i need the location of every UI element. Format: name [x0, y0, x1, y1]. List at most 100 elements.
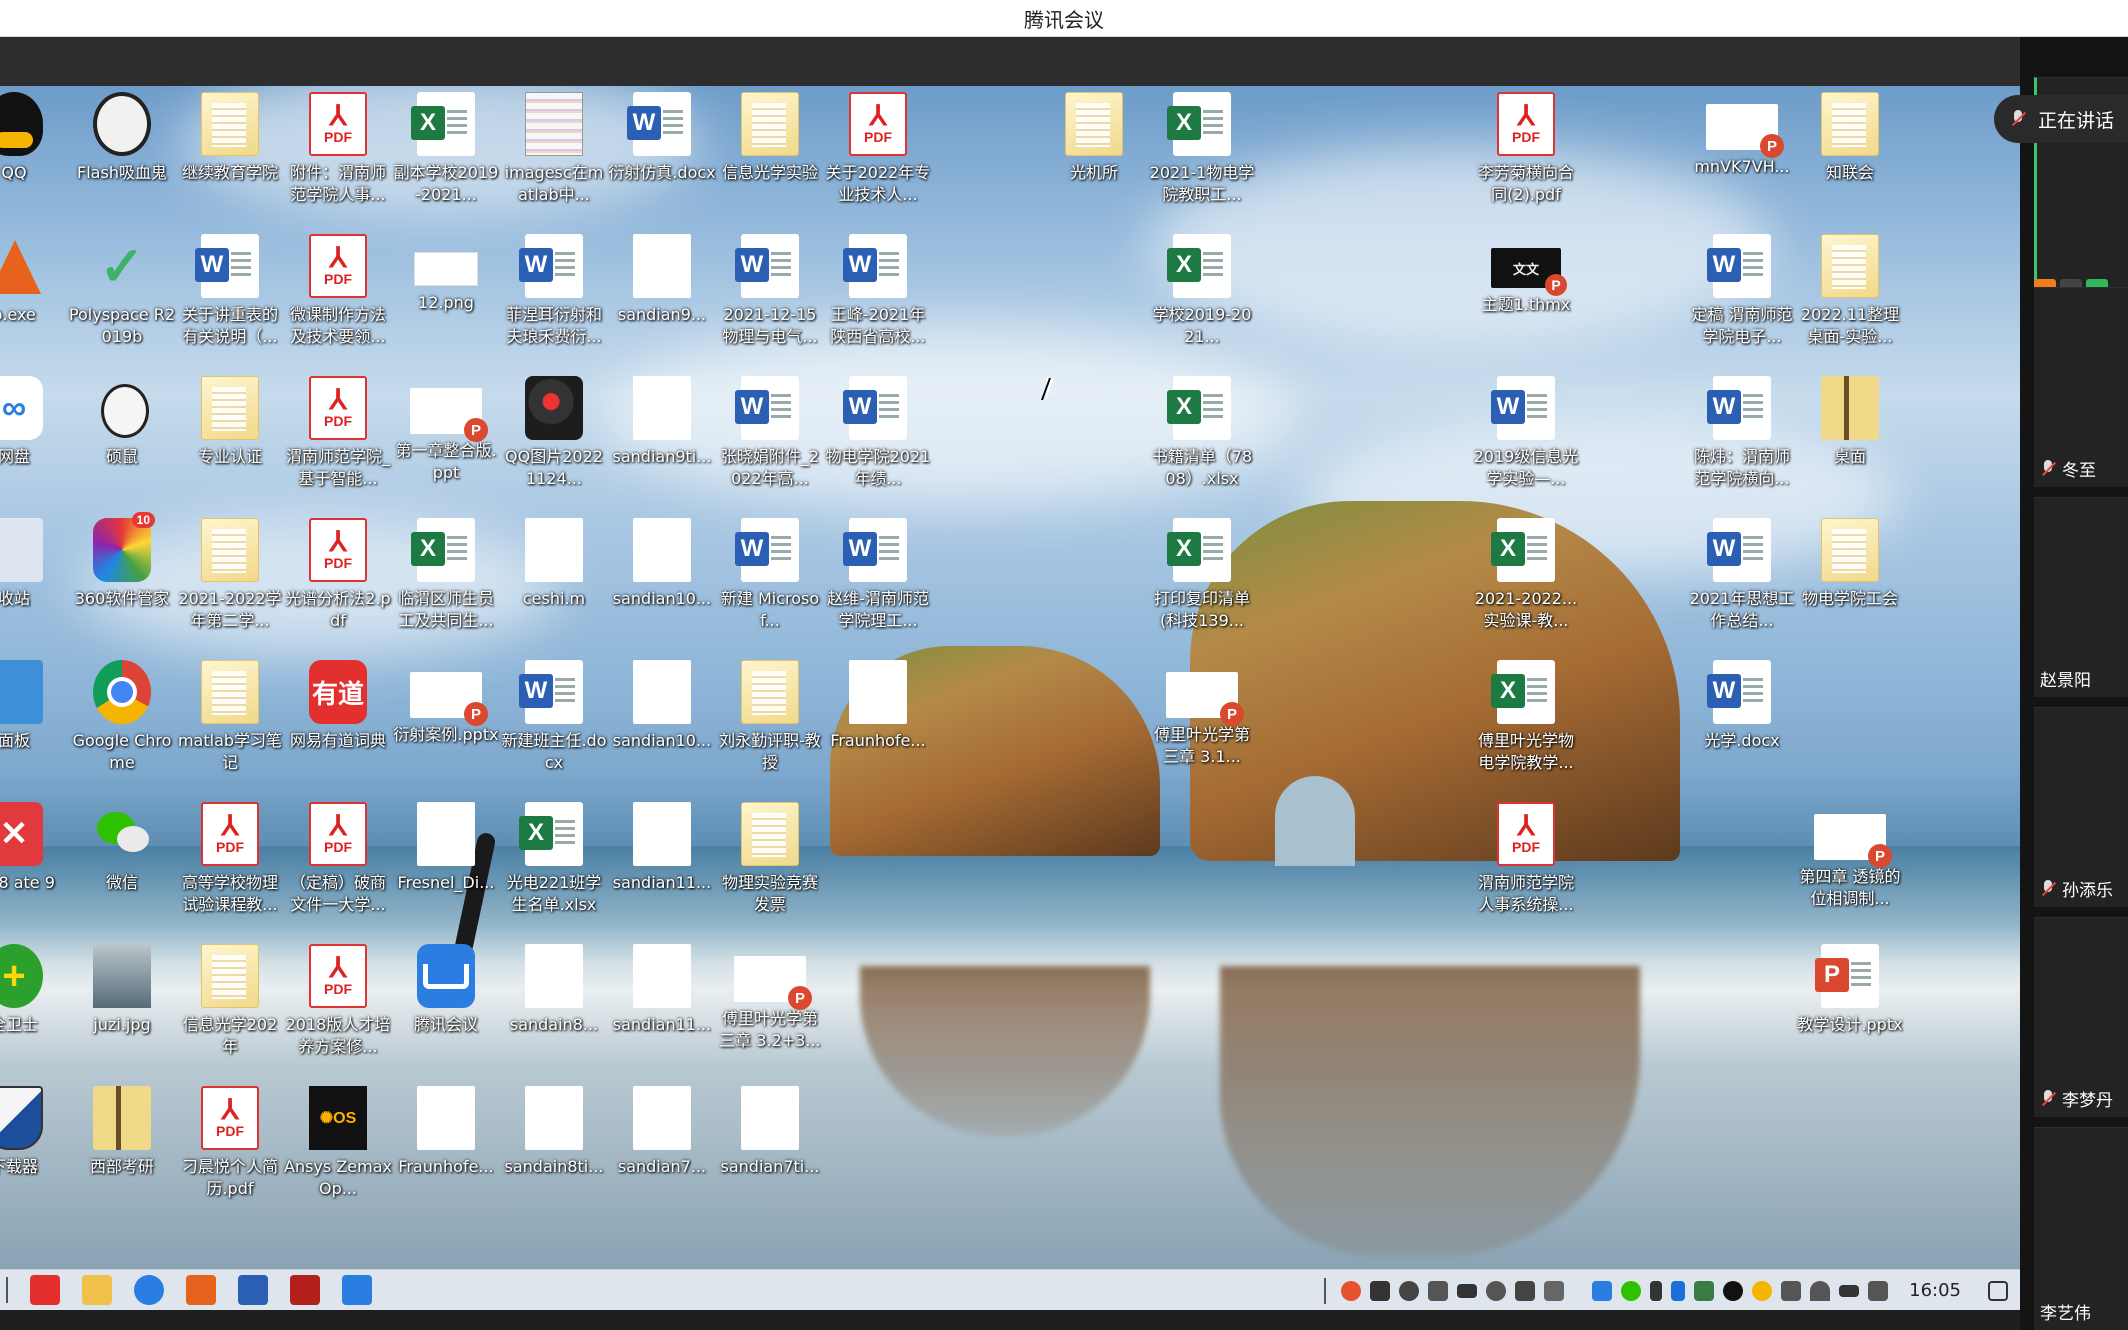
- desktop-icon[interactable]: 物理实验竞赛发票: [716, 802, 824, 944]
- desktop-icon[interactable]: W 物电学院2021年绩...: [824, 376, 932, 518]
- desktop-icon[interactable]: X 2021-1物电学院教职工...: [1148, 92, 1256, 234]
- desktop-icon[interactable]: sandian9ti...: [608, 376, 716, 518]
- desktop-icon[interactable]: 第一章整合版.ppt: [392, 376, 500, 518]
- qq-tray-icon[interactable]: [1723, 1280, 1744, 1301]
- desktop-icon[interactable]: W 新建 Microsof...: [716, 518, 824, 660]
- desktop-icon[interactable]: W 关于讲重表的有关说明（...: [176, 234, 284, 376]
- desktop-icon[interactable]: 12.png: [392, 234, 500, 376]
- desktop-icon[interactable]: 第四章 透镜的位相调制...: [1796, 802, 1904, 944]
- desktop-icon[interactable]: sandian7...: [608, 1086, 716, 1228]
- desktop-icon[interactable]: 硕鼠: [68, 376, 176, 518]
- desktop-icon[interactable]: matlab学习笔记: [176, 660, 284, 802]
- desktop-icon[interactable]: 光机所: [1040, 92, 1148, 234]
- youdao-dict-icon[interactable]: [30, 1275, 60, 1305]
- participant-tile[interactable]: 李梦丹: [2034, 917, 2128, 1117]
- participant-tile[interactable]: 赵景阳: [2034, 497, 2128, 697]
- desktop-icon[interactable]: ⅄ PDF 2018版人才培养方案修...: [284, 944, 392, 1086]
- desktop-icon[interactable]: W 2019级信息光学实验—...: [1472, 376, 1580, 518]
- desktop-icon[interactable]: sandian10...: [608, 660, 716, 802]
- desktop-icon[interactable]: 傅里叶光学第三章 3.1...: [1148, 660, 1256, 802]
- desktop-icon[interactable]: ceshi.m: [500, 518, 608, 660]
- desktop-icon[interactable]: mnVK7VH...: [1688, 92, 1796, 234]
- desktop-icon[interactable]: ⅄ PDF 高等学校物理试验课程教...: [176, 802, 284, 944]
- desktop-icon[interactable]: Fraunhofe...: [824, 660, 932, 802]
- participant-tile[interactable]: 孙添乐: [2034, 707, 2128, 907]
- desktop-icon[interactable]: QQ图片20221124...: [500, 376, 608, 518]
- desktop-icon[interactable]: ∞ 网盘: [0, 376, 68, 518]
- desktop-icon[interactable]: ⅄ PDF 刁晨悦个人简历.pdf: [176, 1086, 284, 1228]
- desktop-icon[interactable]: 衍射案例.pptx: [392, 660, 500, 802]
- desktop-icon[interactable]: ⅄ PDF 光谱分析法2.pdf: [284, 518, 392, 660]
- desktop-icon[interactable]: 2021-2022学年第二学...: [176, 518, 284, 660]
- participant-tile[interactable]: 冬至: [2034, 287, 2128, 487]
- desktop-icon[interactable]: W 光学.docx: [1688, 660, 1796, 802]
- desktop-icon[interactable]: 10 360软件管家: [68, 512, 176, 660]
- desktop-icon[interactable]: QQ: [0, 92, 68, 234]
- desktop-icon[interactable]: X 学校2019-2021...: [1148, 234, 1256, 376]
- desktop-icon[interactable]: 专业认证: [176, 376, 284, 518]
- 360-tray-icon[interactable]: [1752, 1280, 1773, 1301]
- desktop-icon[interactable]: ⅄ PDF 关于2022年专业技术人...: [824, 92, 932, 234]
- browser-icon[interactable]: [134, 1275, 164, 1305]
- desktop-icon[interactable]: ⅄ PDF 微课制作方法及技术要领...: [284, 234, 392, 376]
- desktop-icon[interactable]: W 2021-12-15物理与电气...: [716, 234, 824, 376]
- desktop-icon[interactable]: 文文主题1.thmx: [1472, 234, 1580, 376]
- desktop-icon[interactable]: W 2021年思想工作总结...: [1688, 518, 1796, 660]
- wifi-icon[interactable]: [1810, 1280, 1831, 1301]
- desktop-icon[interactable]: 物电学院工会: [1796, 518, 1904, 660]
- desktop-icon[interactable]: Fresnel_Di...: [392, 802, 500, 944]
- desktop-icon[interactable]: W 陈炜：渭南师范学院横向...: [1688, 376, 1796, 518]
- desktop-icon[interactable]: + 全卫士: [0, 944, 68, 1086]
- desktop-icon[interactable]: 刘永勤评职-教授: [716, 660, 824, 802]
- acrobat-icon[interactable]: [290, 1275, 320, 1305]
- desktop-icon[interactable]: Fraunhofe...: [392, 1086, 500, 1228]
- desktop-icon[interactable]: X 临渭区师生员工及共同生...: [392, 518, 500, 660]
- desktop-icon[interactable]: W 张晓娟附件_2022年高...: [716, 376, 824, 518]
- user-icon[interactable]: [1486, 1280, 1507, 1301]
- desktop-icon[interactable]: W 菲涅耳衍射和夫琅禾费衍...: [500, 234, 608, 376]
- edit-icon[interactable]: [1544, 1280, 1565, 1301]
- ime-zh-icon[interactable]: [1370, 1280, 1391, 1301]
- desktop-icon[interactable]: ⅄ PDF 渭南师范学院人事系统操...: [1472, 802, 1580, 944]
- desktop-icon[interactable]: ⅄ PDF （定稿）破商文件一大学...: [284, 802, 392, 944]
- desktop-icon[interactable]: imagesc在matlab中...: [500, 92, 608, 234]
- desktop-icon[interactable]: ✕ nd 8 ate 9: [0, 802, 68, 944]
- desktop-icon[interactable]: 知联会: [1796, 92, 1904, 234]
- desktop-icon[interactable]: sandian11...: [608, 802, 716, 944]
- desktop-icon[interactable]: W 定稿 渭南师范学院电子...: [1688, 234, 1796, 376]
- taskbar-clock[interactable]: 16:05: [1909, 1280, 1961, 1301]
- participant-tile[interactable]: 李艺伟: [2034, 1127, 2128, 1330]
- speaking-indicator[interactable]: 正在讲话: [1994, 95, 2128, 143]
- desktop-icon[interactable]: ⅄ PDF 李芳菊横向合同(2).pdf: [1472, 92, 1580, 234]
- notification-icon[interactable]: [1988, 1280, 2008, 1301]
- desktop-icon[interactable]: 继续教育学院: [176, 92, 284, 234]
- sogou-ime-icon[interactable]: [1341, 1280, 1362, 1301]
- tencent-meeting-icon[interactable]: [342, 1275, 372, 1305]
- desktop-icon[interactable]: X 书籍清单（7808）.xlsx: [1148, 376, 1256, 518]
- desktop-icon[interactable]: X 光电221班学生名单.xlsx: [500, 802, 608, 944]
- desktop-icon[interactable]: sandian9...: [608, 234, 716, 376]
- volume-icon[interactable]: [1781, 1280, 1802, 1301]
- desktop-icon[interactable]: 下载器: [0, 1086, 68, 1228]
- desktop-icon[interactable]: sandain8...: [500, 944, 608, 1086]
- ime-moon-icon[interactable]: [1399, 1280, 1420, 1301]
- desktop-icon[interactable]: sandian11...: [608, 944, 716, 1086]
- battery-icon[interactable]: [1839, 1284, 1860, 1297]
- desktop-icon[interactable]: ✺OS Ansys Zemax Op...: [284, 1086, 392, 1228]
- desktop-icon[interactable]: b.exe: [0, 234, 68, 376]
- wrench-icon[interactable]: [1515, 1280, 1536, 1301]
- desktop-icon[interactable]: ⅄ PDF 渭南师范学院_基于智能...: [284, 376, 392, 518]
- microphone-icon[interactable]: [1650, 1280, 1663, 1301]
- desktop-icon[interactable]: 收站: [0, 518, 68, 660]
- desktop-icon[interactable]: W 新建班主任.docx: [500, 660, 608, 802]
- desktop-icon[interactable]: 信息光学实验: [716, 92, 824, 234]
- desktop-icon[interactable]: 傅里叶光学第三章 3.2+3...: [716, 944, 824, 1086]
- desktop-icon[interactable]: ⅄ PDF 附件：渭南师范学院人事...: [284, 92, 392, 234]
- wechat-tray-icon[interactable]: [1621, 1280, 1642, 1301]
- desktop-icon[interactable]: 面板: [0, 660, 68, 802]
- desktop-icon[interactable]: sandian7ti...: [716, 1086, 824, 1228]
- security-shield-icon[interactable]: [1694, 1280, 1715, 1301]
- desktop-icon[interactable]: W 王峰-2021年陕西省高校...: [824, 234, 932, 376]
- tencent-meeting-tray-icon[interactable]: [1592, 1280, 1613, 1301]
- desktop-icon[interactable]: 西部考研: [68, 1086, 176, 1228]
